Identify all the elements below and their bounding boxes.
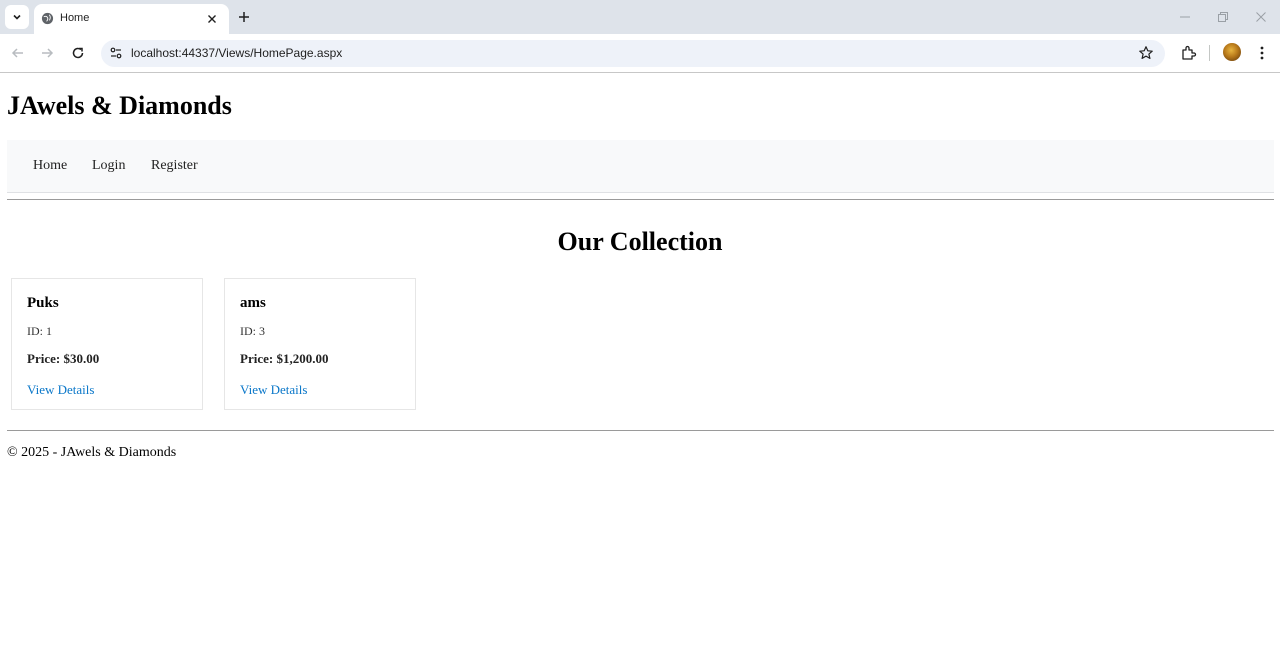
new-tab-button[interactable] (235, 8, 253, 26)
tab-search-button[interactable] (5, 5, 29, 29)
nav-link-login[interactable]: Login (92, 158, 125, 174)
plus-icon (239, 12, 249, 22)
close-icon (208, 15, 216, 23)
product-card: ams ID: 3 Price: $1,200.00 View Details (224, 278, 416, 410)
close-window-button[interactable] (1253, 9, 1269, 25)
profile-avatar[interactable] (1223, 43, 1241, 61)
url-text[interactable]: localhost:44337/Views/HomePage.aspx (131, 46, 342, 60)
site-info-icon[interactable] (109, 46, 123, 60)
site-navbar: Home Login Register (7, 140, 1274, 193)
product-price: Price: $1,200.00 (240, 351, 329, 366)
forward-button[interactable] (38, 44, 56, 62)
product-id: ID: 1 (27, 324, 52, 338)
product-price: Price: $30.00 (27, 351, 100, 366)
back-button[interactable] (9, 44, 27, 62)
page-content: JAwels & Diamonds Home Login Register Ou… (0, 73, 1280, 670)
product-name: Puks (27, 295, 59, 311)
minimize-button[interactable] (1177, 9, 1193, 25)
arrow-right-icon (42, 48, 54, 58)
restore-button[interactable] (1215, 9, 1231, 25)
address-bar[interactable]: localhost:44337/Views/HomePage.aspx (101, 40, 1165, 67)
product-id: ID: 3 (240, 324, 265, 338)
chevron-down-icon (13, 14, 21, 20)
reload-icon (72, 47, 84, 59)
nav-link-home[interactable]: Home (33, 158, 67, 174)
toolbar-divider (1209, 45, 1210, 61)
tab-close-button[interactable] (205, 12, 219, 26)
nav-link-register[interactable]: Register (151, 158, 198, 174)
product-name: ams (240, 295, 266, 311)
active-tab[interactable]: Home (34, 4, 229, 34)
view-details-link[interactable]: View Details (240, 382, 307, 398)
bookmark-star-icon[interactable] (1138, 45, 1154, 61)
restore-icon (1218, 12, 1228, 22)
footer-text: © 2025 - JAwels & Diamonds (7, 445, 177, 460)
site-title: JAwels & Diamonds (7, 91, 232, 120)
more-vert-icon[interactable] (1255, 44, 1269, 62)
view-details-link[interactable]: View Details (27, 382, 94, 398)
arrow-left-icon (11, 48, 23, 58)
header-divider (7, 199, 1274, 200)
extensions-icon[interactable] (1180, 44, 1198, 62)
minimize-icon (1180, 16, 1190, 18)
reload-button[interactable] (69, 44, 87, 62)
tab-title: Home (60, 12, 90, 24)
close-icon (1256, 12, 1266, 22)
product-card: Puks ID: 1 Price: $30.00 View Details (11, 278, 203, 410)
browser-tab-strip: Home (0, 0, 1280, 34)
browser-toolbar: localhost:44337/Views/HomePage.aspx (0, 34, 1280, 73)
globe-icon (41, 12, 54, 25)
collection-heading: Our Collection (557, 227, 723, 256)
footer-divider (7, 430, 1274, 431)
